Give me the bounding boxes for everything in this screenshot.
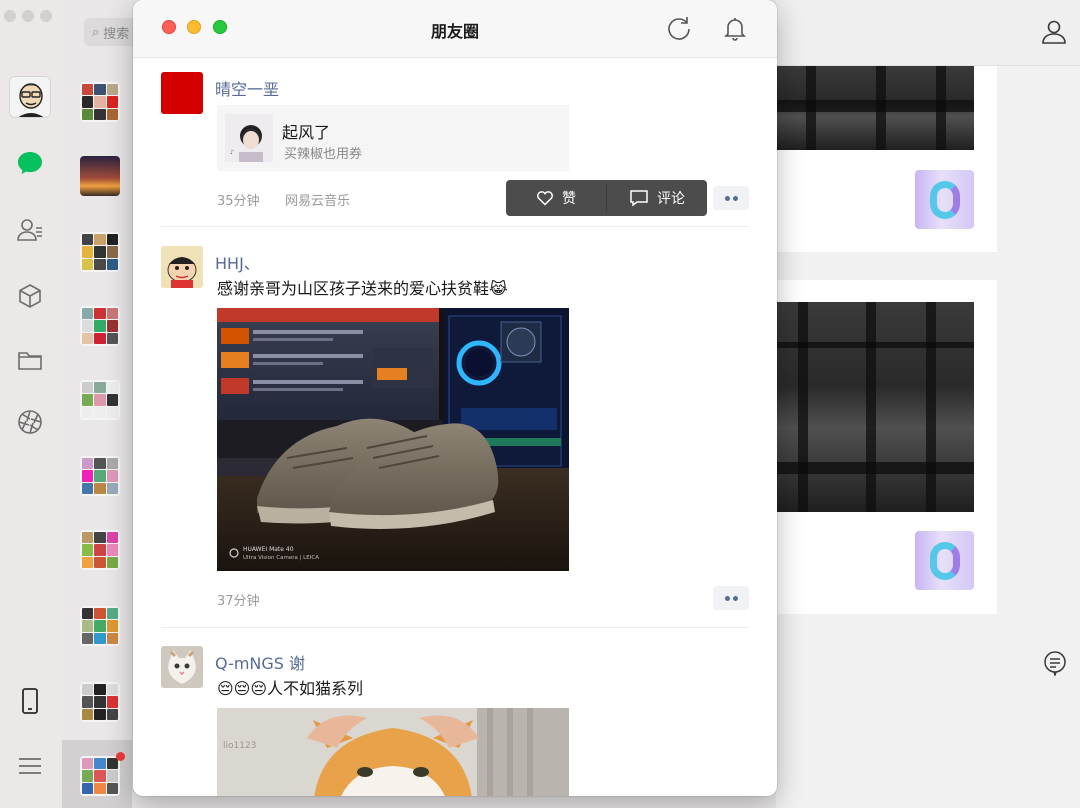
author-avatar[interactable] [161, 72, 203, 114]
heart-icon [537, 191, 553, 206]
app-logo-icon [915, 531, 974, 590]
bell-icon[interactable] [721, 14, 749, 42]
comment-button[interactable]: 评论 [607, 180, 707, 216]
chat-avatar-group[interactable] [80, 82, 120, 122]
comment-label: 评论 [657, 191, 685, 207]
post-photo-cat[interactable]: lio1123 [217, 708, 569, 796]
post-photo-sneakers[interactable]: HUAWEI Mate 40 Ultra Vision Camera | LEI… [217, 308, 569, 571]
folder-icon[interactable] [14, 344, 46, 376]
like-comment-popup: 赞 评论 [506, 180, 707, 216]
post-divider [161, 627, 749, 628]
music-title: 起风了 [282, 123, 331, 142]
list-icon[interactable] [1042, 650, 1068, 680]
chat-avatar-group[interactable] [80, 756, 120, 796]
background-photo [776, 66, 974, 150]
search-placeholder: 搜索 [103, 26, 130, 42]
photo-watermark: lio1123 [223, 741, 256, 751]
camera-watermark-line1: HUAWEI Mate 40 [243, 546, 294, 553]
chat-avatar-group[interactable] [80, 456, 120, 496]
post-text: 感谢亲哥为山区孩子送来的爱心扶贫鞋😹 [217, 279, 508, 298]
chat-avatar-group[interactable] [80, 232, 120, 272]
author-avatar[interactable] [161, 646, 203, 688]
chat-icon[interactable] [14, 147, 46, 179]
aperture-icon[interactable] [14, 406, 46, 438]
chat-avatar-group[interactable] [80, 306, 120, 346]
search-icon: ⌕ [92, 24, 100, 40]
chat-avatar-group[interactable] [80, 606, 120, 646]
music-cover-image: ♪ [225, 114, 273, 162]
app-logo-icon [915, 170, 974, 229]
unread-badge [116, 752, 125, 761]
post-more-button[interactable] [713, 186, 749, 210]
chat-avatar-group[interactable] [80, 530, 120, 570]
moments-window: 朋友圈 晴空一垩 ♪ 起风了 买辣椒也用券 35分钟 网易云音乐 赞 评论 HH… [133, 0, 777, 796]
post-more-button[interactable] [713, 586, 749, 610]
chat-avatar-group[interactable] [80, 682, 120, 722]
camera-watermark-line2: Ultra Vision Camera | LEICA [243, 555, 319, 561]
author-name[interactable]: Q-mNGS 谢 [215, 650, 305, 674]
post-time: 35分钟 [217, 194, 260, 209]
music-share-card[interactable]: ♪ 起风了 买辣椒也用券 [217, 105, 569, 171]
comment-icon [630, 190, 648, 207]
refresh-icon[interactable] [665, 14, 693, 42]
box-icon[interactable] [14, 280, 46, 312]
author-avatar[interactable] [161, 246, 203, 288]
author-name[interactable]: 晴空一垩 [215, 76, 279, 100]
like-button[interactable]: 赞 [506, 180, 606, 216]
chat-avatar-sunset[interactable] [80, 156, 120, 196]
like-label: 赞 [562, 191, 576, 207]
moments-feed[interactable]: 晴空一垩 ♪ 起风了 买辣椒也用券 35分钟 网易云音乐 赞 评论 HHJ、 感… [133, 58, 777, 796]
svg-text:♪: ♪ [230, 149, 234, 156]
post-divider [161, 226, 749, 227]
window-titlebar: 朋友圈 [133, 0, 777, 58]
background-chat-header [776, 0, 1080, 66]
my-avatar[interactable] [9, 76, 51, 118]
person-icon[interactable] [1040, 18, 1068, 50]
menu-icon[interactable] [14, 750, 46, 782]
author-name[interactable]: HHJ、 [215, 250, 260, 274]
contacts-icon[interactable] [14, 214, 46, 246]
background-photo [776, 302, 974, 512]
post-time: 37分钟 [217, 594, 260, 609]
phone-icon[interactable] [14, 685, 46, 717]
chat-avatar-group[interactable] [80, 380, 120, 420]
post-text: 😔😔😔人不如猫系列 [217, 679, 364, 698]
music-subtitle: 买辣椒也用券 [284, 147, 363, 162]
background-traffic-lights [4, 10, 52, 22]
post-source[interactable]: 网易云音乐 [285, 190, 350, 209]
